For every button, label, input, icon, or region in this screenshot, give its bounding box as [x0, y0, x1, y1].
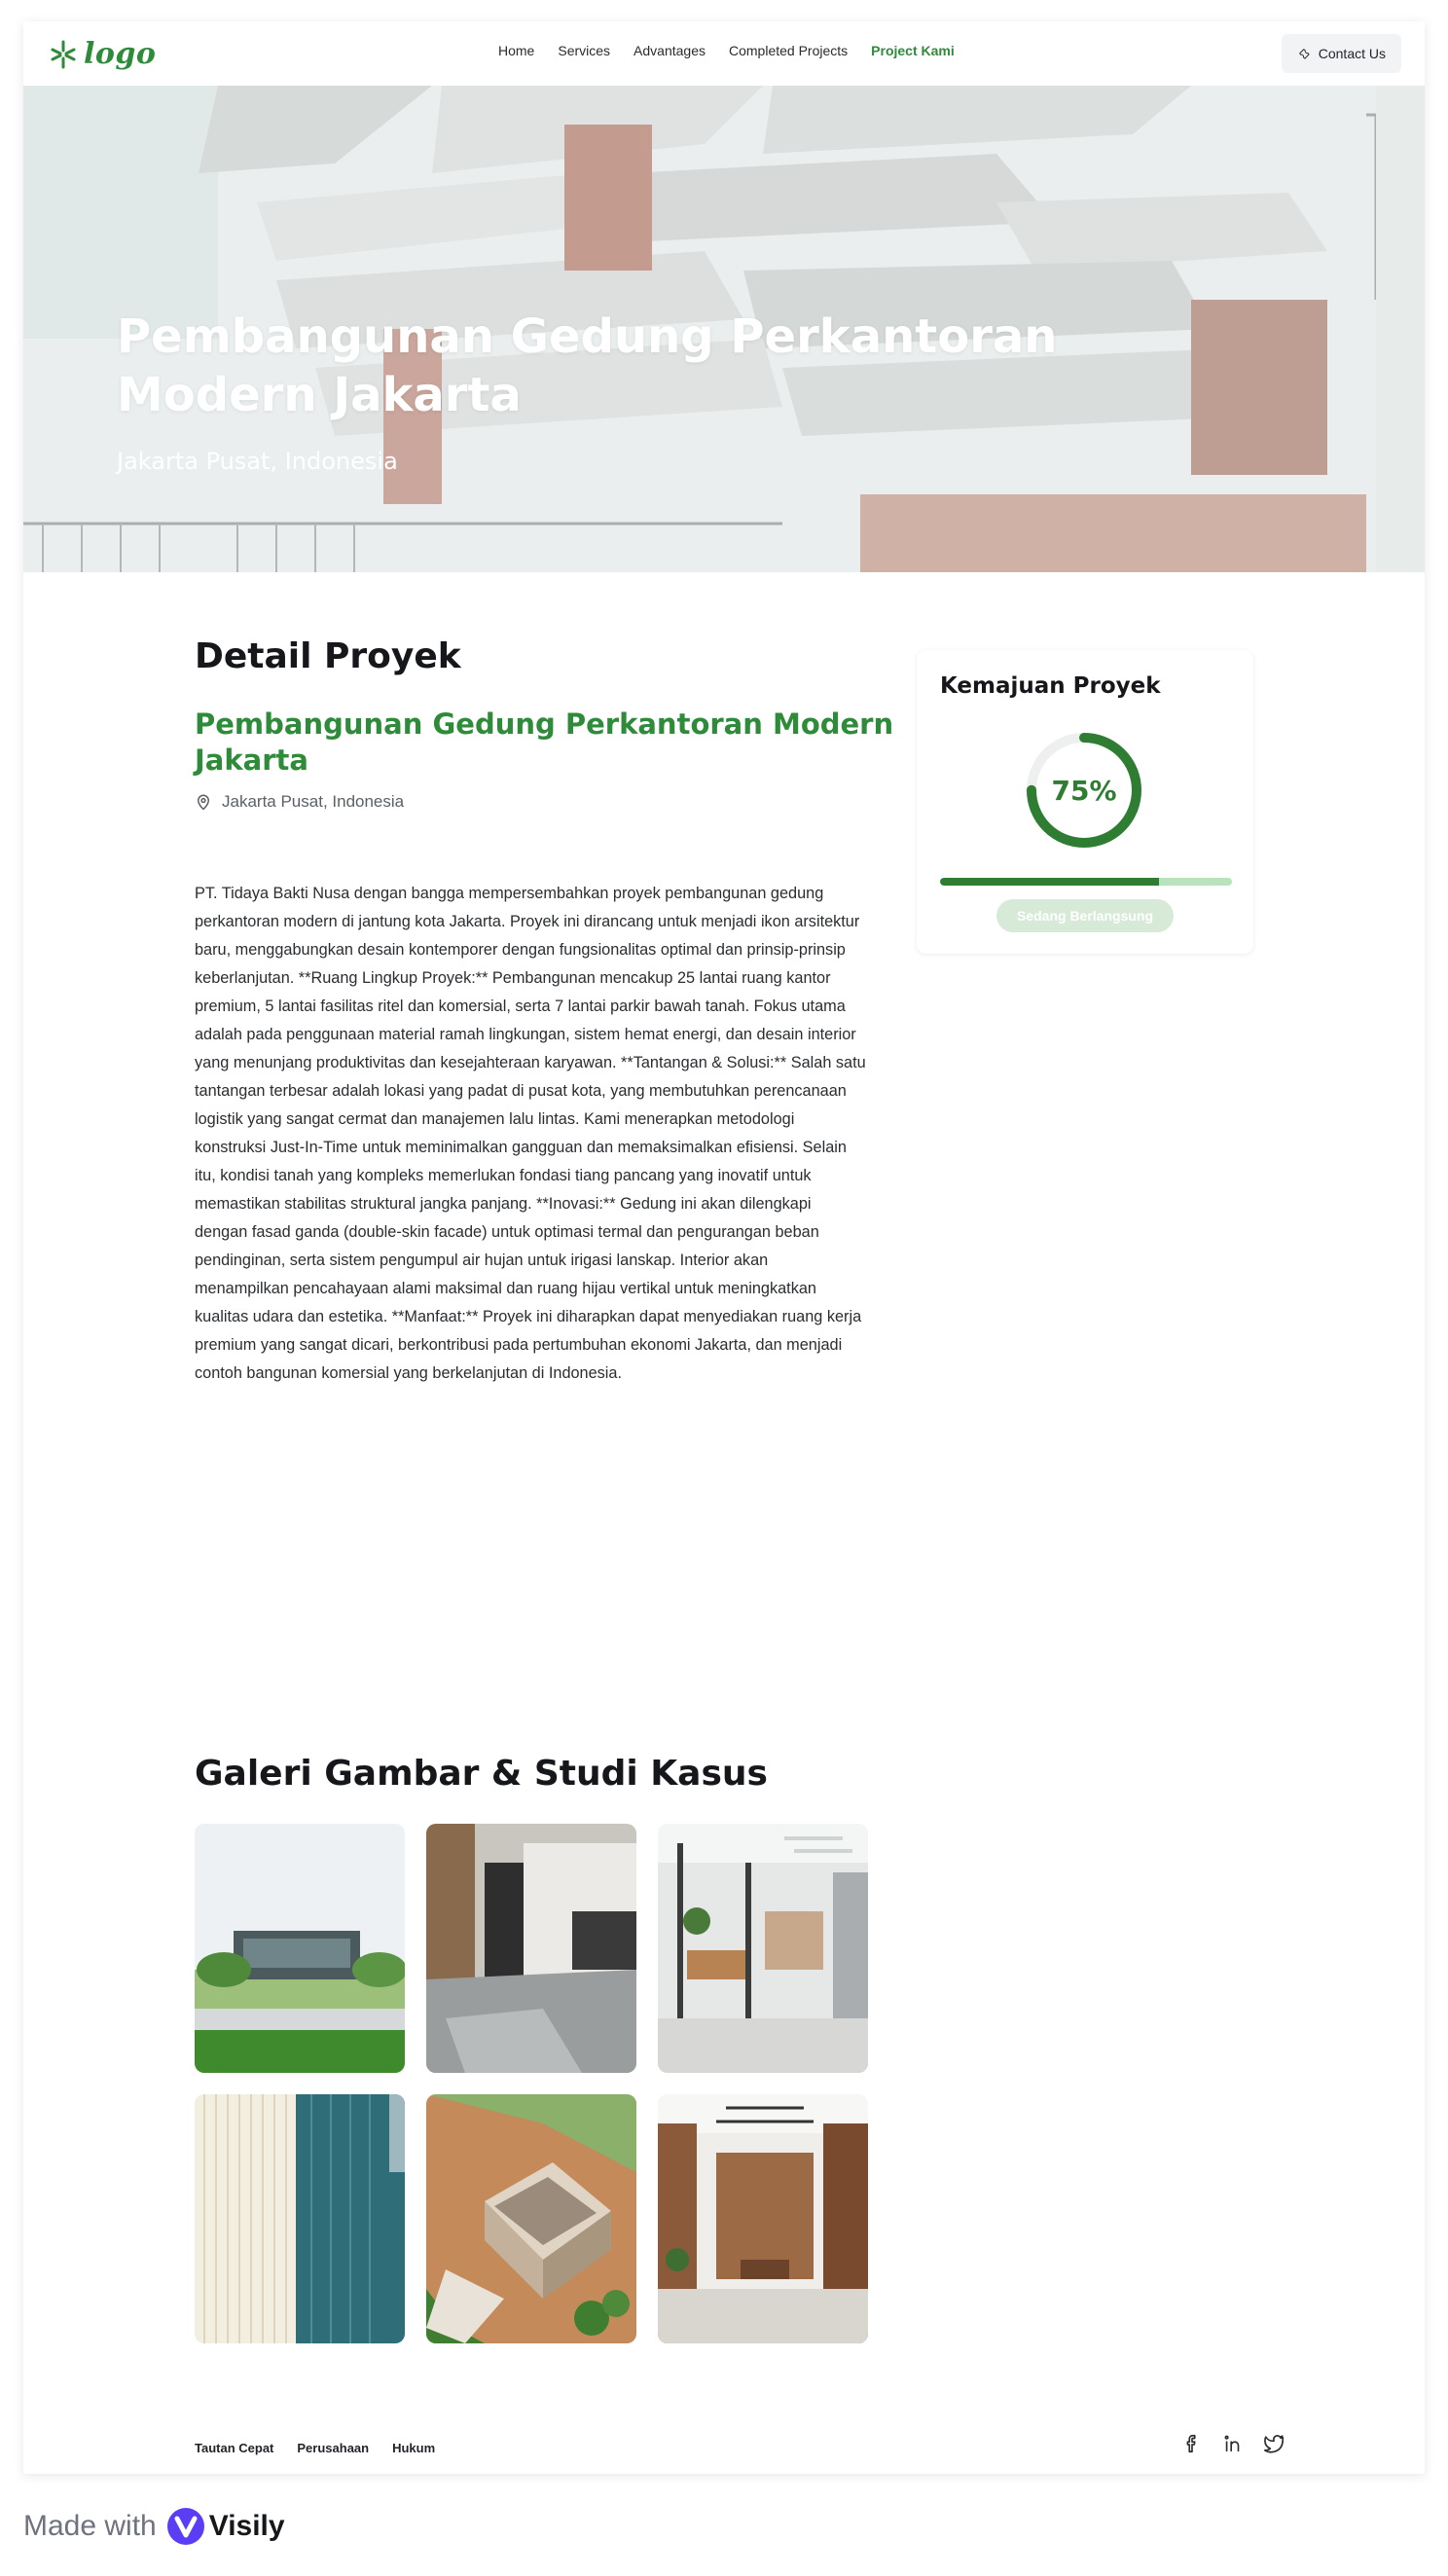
detail-heading: Detail Proyek: [195, 636, 461, 676]
footer-link-hukum[interactable]: Hukum: [392, 2441, 435, 2455]
status-badge: Sedang Berlangsung: [996, 899, 1174, 932]
twitter-icon[interactable]: [1263, 2433, 1285, 2454]
project-name: Pembangunan Gedung Perkantoran Modern Ja…: [195, 707, 894, 777]
progress-title: Kemajuan Proyek: [940, 673, 1161, 699]
gallery-image-3[interactable]: [658, 1824, 868, 2073]
visily-brand: Visily: [166, 2507, 285, 2546]
logo[interactable]: logo: [49, 37, 156, 71]
footer-links: Tautan Cepat Perusahaan Hukum: [195, 2441, 435, 2455]
gallery-heading: Galeri Gambar & Studi Kasus: [195, 1754, 768, 1794]
nav-advantages[interactable]: Advantages: [634, 43, 706, 58]
gallery-image-2[interactable]: [426, 1824, 636, 2073]
logo-text: logo: [84, 37, 157, 71]
footer-link-tautan-cepat[interactable]: Tautan Cepat: [195, 2441, 273, 2455]
progress-percent: 75%: [1051, 774, 1117, 807]
gallery-image-1[interactable]: [195, 1824, 405, 2073]
top-nav: logo Home Services Advantages Completed …: [23, 21, 1425, 86]
nav-project-kami[interactable]: Project Kami: [871, 43, 955, 58]
aerial-construction-site-image: [426, 2094, 636, 2343]
location-text: Jakarta Pusat, Indonesia: [222, 792, 405, 811]
project-location: Jakarta Pusat, Indonesia: [195, 792, 404, 812]
footer-link-perusahaan[interactable]: Perusahaan: [297, 2441, 369, 2455]
wrench-icon: [1298, 49, 1310, 59]
page-frame: logo Home Services Advantages Completed …: [23, 21, 1425, 2474]
made-with-text: Made with: [23, 2510, 157, 2542]
nav-completed-projects[interactable]: Completed Projects: [729, 43, 848, 58]
main-menu: Home Services Advantages Completed Proje…: [498, 43, 955, 58]
social-links: [1181, 2433, 1285, 2454]
hero-title: Pembangunan Gedung Perkantoran Modern Ja…: [117, 309, 1058, 422]
glass-facade-image: [195, 2094, 405, 2343]
open-office-interior-image: [658, 1824, 868, 2073]
sparkle-logo-icon: [51, 40, 76, 68]
project-description: PT. Tidaya Bakti Nusa dengan bangga memp…: [195, 885, 866, 1382]
office-building-exterior-image: [195, 1824, 405, 2073]
progress-card: Kemajuan Proyek 75% Sedang Berlangsung: [917, 650, 1253, 954]
nav-home[interactable]: Home: [498, 43, 534, 58]
map-pin-icon: [198, 794, 209, 811]
hero-banner: Pembangunan Gedung Perkantoran Modern Ja…: [23, 86, 1425, 572]
progress-bar-fill: [940, 878, 1159, 886]
visily-brand-text: Visily: [208, 2510, 285, 2542]
progress-bar: [940, 878, 1232, 886]
nav-services[interactable]: Services: [558, 43, 610, 58]
hero-subtitle: Jakarta Pusat, Indonesia: [117, 448, 398, 475]
contact-us-label: Contact Us: [1318, 46, 1386, 61]
gallery-image-4[interactable]: [195, 2094, 405, 2343]
wood-paneled-lobby-image: [658, 2094, 868, 2343]
made-with-visily[interactable]: Made with Visily: [23, 2507, 285, 2546]
gallery-image-5[interactable]: [426, 2094, 636, 2343]
contact-us-button[interactable]: Contact Us: [1281, 34, 1401, 73]
lobby-corridor-image: [426, 1824, 636, 2073]
visily-logo-icon: [166, 2508, 204, 2545]
facebook-icon[interactable]: [1181, 2433, 1203, 2454]
gallery-image-6[interactable]: [658, 2094, 868, 2343]
linkedin-icon[interactable]: [1222, 2433, 1244, 2454]
